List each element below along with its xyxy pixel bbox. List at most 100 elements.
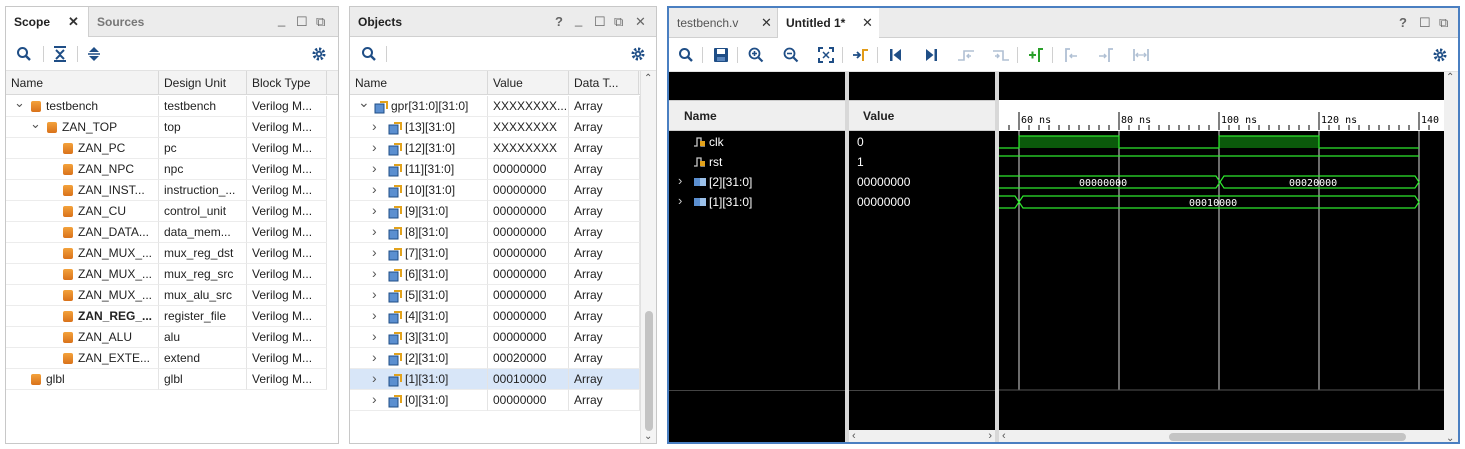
object-row[interactable]: › [0][31:0] 00000000 Array bbox=[350, 390, 640, 411]
tree-row[interactable]: ZAN_CU control_unit Verilog M... bbox=[6, 201, 338, 222]
object-row[interactable]: › [9][31:0] 00000000 Array bbox=[350, 201, 640, 222]
object-row[interactable]: › [7][31:0] 00000000 Array bbox=[350, 243, 640, 264]
chevron-down-icon[interactable]: ⌄ bbox=[358, 96, 370, 113]
object-row[interactable]: ⌄ gpr[31:0][31:0] XXXXXXXX... Array bbox=[350, 96, 640, 117]
chevron-down-icon[interactable]: ⌄ bbox=[14, 96, 25, 113]
chevron-right-icon[interactable]: › bbox=[372, 243, 377, 263]
tab-sources[interactable]: Sources bbox=[88, 7, 158, 37]
minimize-icon[interactable]: _ bbox=[575, 12, 582, 27]
chevron-right-icon[interactable]: › bbox=[372, 180, 377, 200]
tab-untitled[interactable]: Untitled 1* ✕ bbox=[777, 8, 879, 38]
restore-icon[interactable]: ⧉ bbox=[1439, 15, 1448, 31]
search-icon[interactable] bbox=[13, 43, 35, 65]
restore-icon[interactable]: ⧉ bbox=[614, 14, 623, 30]
value-hscroll[interactable]: ‹ › bbox=[849, 430, 995, 442]
chevron-right-icon[interactable]: › bbox=[372, 327, 377, 347]
object-row[interactable]: › [5][31:0] 00000000 Array bbox=[350, 285, 640, 306]
chevron-right-icon[interactable]: › bbox=[372, 201, 377, 221]
add-marker-icon[interactable] bbox=[1025, 44, 1047, 66]
maximize-icon[interactable]: ☐ bbox=[1419, 15, 1431, 31]
swap-cursors-icon[interactable] bbox=[1130, 44, 1152, 66]
tab-scope[interactable]: Scope ✕ bbox=[6, 7, 88, 37]
chevron-right-icon[interactable]: › bbox=[372, 117, 377, 137]
chevron-right-icon[interactable]: › bbox=[372, 390, 377, 410]
waveform-canvas[interactable]: 60 ns 80 ns 100 ns 120 ns 140 00000000 0002000… bbox=[999, 72, 1444, 430]
col-name[interactable]: Name bbox=[350, 71, 488, 95]
chevron-right-icon[interactable]: › bbox=[372, 285, 377, 305]
save-icon[interactable] bbox=[710, 44, 732, 66]
wave-vscroll[interactable]: ⌃ ⌄ bbox=[1444, 72, 1458, 442]
tree-row[interactable]: ZAN_DATA... data_mem... Verilog M... bbox=[6, 222, 338, 243]
go-to-start-icon[interactable] bbox=[885, 44, 907, 66]
col-data-type[interactable]: Data T... bbox=[569, 71, 639, 95]
tree-row[interactable]: ⌄ ZAN_TOP top Verilog M... bbox=[6, 117, 338, 138]
chevron-right-icon[interactable]: › bbox=[678, 173, 682, 188]
maximize-icon[interactable]: ☐ bbox=[296, 14, 308, 30]
object-row[interactable]: › [4][31:0] 00000000 Array bbox=[350, 306, 640, 327]
go-to-end-icon[interactable] bbox=[920, 44, 942, 66]
chevron-right-icon[interactable]: › bbox=[372, 264, 377, 284]
signal-row[interactable]: › [1][31:0] bbox=[669, 192, 845, 212]
object-row[interactable]: › [13][31:0] XXXXXXXX Array bbox=[350, 117, 640, 138]
close-icon[interactable]: ✕ bbox=[862, 8, 873, 38]
tree-row[interactable]: ZAN_PC pc Verilog M... bbox=[6, 138, 338, 159]
chevron-right-icon[interactable]: › bbox=[372, 369, 377, 389]
object-row[interactable]: › [1][31:0] 00010000 Array bbox=[350, 369, 640, 390]
restore-icon[interactable]: ⧉ bbox=[316, 14, 325, 30]
col-design-unit[interactable]: Design Unit bbox=[159, 71, 247, 95]
scroll-left-icon[interactable]: ‹ bbox=[852, 430, 856, 442]
col-name[interactable]: Name bbox=[6, 71, 159, 95]
object-row[interactable]: › [8][31:0] 00000000 Array bbox=[350, 222, 640, 243]
minimize-icon[interactable]: _ bbox=[278, 12, 285, 27]
tree-row[interactable]: ⌄ testbench testbench Verilog M... bbox=[6, 96, 338, 117]
tree-row[interactable]: ZAN_NPC npc Verilog M... bbox=[6, 159, 338, 180]
signal-row[interactable]: rst bbox=[669, 152, 845, 172]
search-icon[interactable] bbox=[358, 43, 380, 65]
chevron-down-icon[interactable]: ⌄ bbox=[30, 117, 41, 134]
scroll-left-icon[interactable]: ‹ bbox=[1002, 430, 1006, 442]
previous-transition-icon[interactable] bbox=[955, 44, 977, 66]
tree-row[interactable]: ZAN_INST... instruction_... Verilog M... bbox=[6, 180, 338, 201]
wave-hscroll[interactable]: ‹ bbox=[999, 430, 1444, 442]
vertical-scrollbar[interactable]: ⌃ ⌄ bbox=[640, 71, 656, 443]
close-icon[interactable]: ✕ bbox=[635, 14, 646, 30]
expand-all-icon[interactable] bbox=[83, 43, 105, 65]
go-to-cursor-icon[interactable] bbox=[850, 44, 872, 66]
chevron-right-icon[interactable]: › bbox=[372, 138, 377, 158]
chevron-right-icon[interactable]: › bbox=[372, 348, 377, 368]
object-row[interactable]: › [6][31:0] 00000000 Array bbox=[350, 264, 640, 285]
object-row[interactable]: › [2][31:0] 00020000 Array bbox=[350, 348, 640, 369]
tab-testbench[interactable]: testbench.v ✕ bbox=[669, 8, 777, 38]
zoom-in-icon[interactable] bbox=[745, 44, 767, 66]
tree-row[interactable]: glbl glbl Verilog M... bbox=[6, 369, 338, 390]
zoom-out-icon[interactable] bbox=[780, 44, 802, 66]
chevron-right-icon[interactable]: › bbox=[372, 159, 377, 179]
help-icon[interactable]: ? bbox=[1399, 15, 1407, 30]
gear-icon[interactable] bbox=[308, 43, 330, 65]
close-icon[interactable]: ✕ bbox=[68, 7, 79, 37]
scrollbar-thumb[interactable] bbox=[1169, 433, 1406, 441]
zoom-fit-icon[interactable] bbox=[815, 44, 837, 66]
close-icon[interactable]: ✕ bbox=[761, 8, 772, 38]
object-row[interactable]: › [3][31:0] 00000000 Array bbox=[350, 327, 640, 348]
chevron-right-icon[interactable]: › bbox=[372, 306, 377, 326]
maximize-icon[interactable]: ☐ bbox=[594, 14, 606, 30]
next-marker-icon[interactable] bbox=[1095, 44, 1117, 66]
gear-icon[interactable] bbox=[627, 43, 649, 65]
object-row[interactable]: › [12][31:0] XXXXXXXX Array bbox=[350, 138, 640, 159]
next-transition-icon[interactable] bbox=[990, 44, 1012, 66]
object-row[interactable]: › [11][31:0] 00000000 Array bbox=[350, 159, 640, 180]
scroll-down-icon[interactable]: ⌄ bbox=[644, 431, 652, 442]
chevron-right-icon[interactable]: › bbox=[372, 222, 377, 242]
search-icon[interactable] bbox=[675, 44, 697, 66]
scroll-right-icon[interactable]: › bbox=[988, 430, 992, 442]
tree-row[interactable]: ZAN_MUX_... mux_reg_src Verilog M... bbox=[6, 264, 338, 285]
tree-row[interactable]: ZAN_MUX_... mux_alu_src Verilog M... bbox=[6, 285, 338, 306]
collapse-all-icon[interactable] bbox=[49, 43, 71, 65]
scrollbar-thumb[interactable] bbox=[645, 311, 653, 431]
gear-icon[interactable] bbox=[1429, 44, 1451, 66]
col-value[interactable]: Value bbox=[488, 71, 569, 95]
scroll-up-icon[interactable]: ⌃ bbox=[644, 73, 652, 84]
previous-marker-icon[interactable] bbox=[1060, 44, 1082, 66]
tree-row[interactable]: ZAN_REG_... register_file Verilog M... bbox=[6, 306, 338, 327]
